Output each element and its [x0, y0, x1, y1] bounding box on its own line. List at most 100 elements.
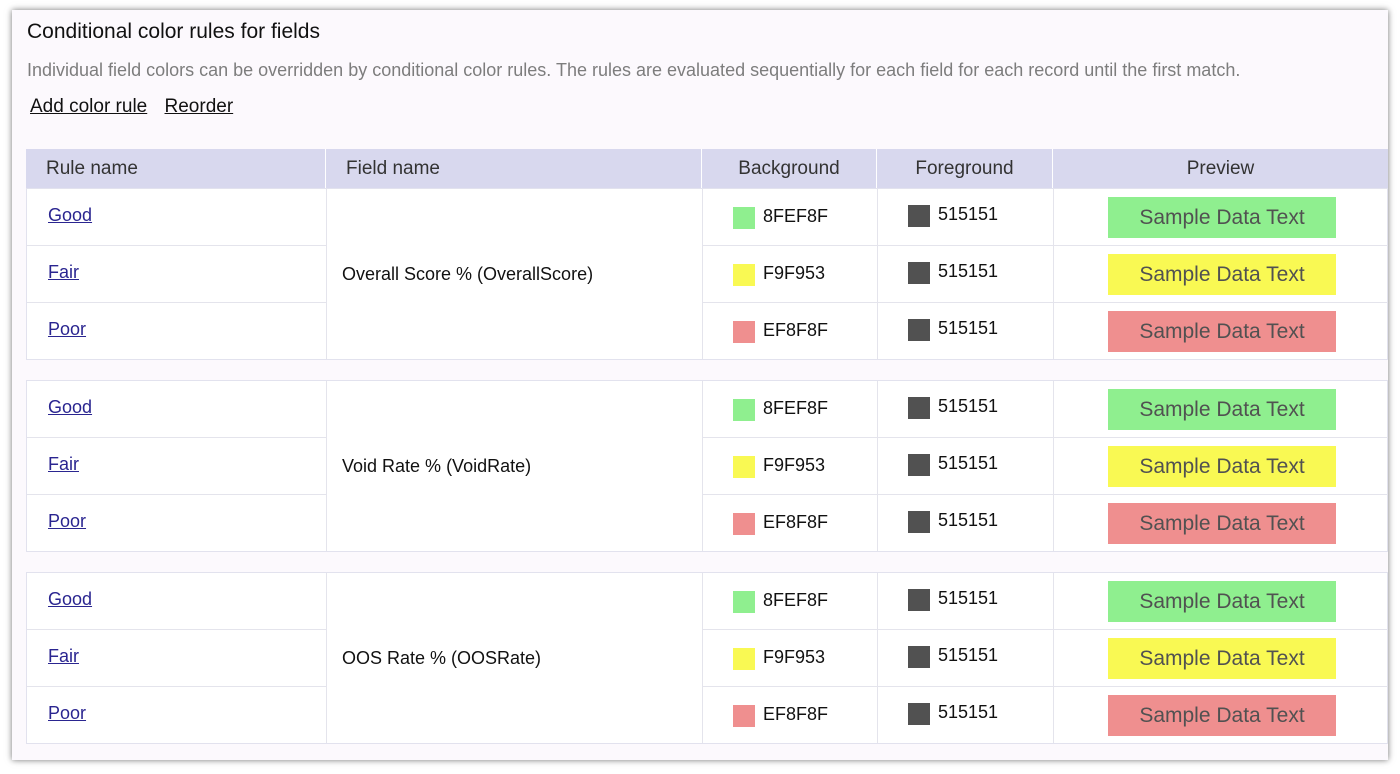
- rule-name-link[interactable]: Good: [48, 589, 92, 610]
- background-color-cell: F9F953: [703, 630, 878, 687]
- background-color-swatch[interactable]: [733, 705, 755, 727]
- preview-cell: Sample Data Text: [1054, 381, 1388, 438]
- foreground-color-cell: 515151: [878, 630, 1054, 687]
- background-color-cell: EF8F8F: [703, 303, 878, 359]
- background-color-swatch[interactable]: [733, 207, 755, 229]
- foreground-color-swatch[interactable]: [908, 646, 930, 668]
- rule-group: Void Rate % (VoidRate) Good 8FEF8F 515151 Sa…: [26, 380, 1388, 552]
- rule-name-link[interactable]: Poor: [48, 319, 86, 340]
- preview-cell: Sample Data Text: [1054, 246, 1388, 303]
- preview-sample: Sample Data Text: [1108, 311, 1336, 352]
- background-color-hex: EF8F8F: [763, 704, 829, 724]
- background-color-hex: F9F953: [763, 647, 826, 667]
- foreground-color-hex: 515151: [938, 453, 999, 473]
- preview-cell: Sample Data Text: [1054, 630, 1388, 687]
- preview-sample: Sample Data Text: [1108, 197, 1336, 238]
- column-header-preview: Preview: [1186, 158, 1255, 179]
- rule-name-cell: Fair: [27, 630, 327, 687]
- foreground-color-cell: 515151: [878, 573, 1054, 630]
- foreground-color-cell: 515151: [878, 246, 1054, 303]
- field-name-cell: Overall Score % (OverallScore): [327, 189, 703, 359]
- background-color-hex: EF8F8F: [763, 512, 829, 532]
- preview-cell: Sample Data Text: [1054, 573, 1388, 630]
- foreground-color-hex: 515151: [938, 510, 999, 530]
- background-color-hex: EF8F8F: [763, 320, 829, 340]
- foreground-color-cell: 515151: [878, 381, 1054, 438]
- preview-sample: Sample Data Text: [1108, 389, 1336, 430]
- rule-name-link[interactable]: Poor: [48, 703, 86, 724]
- preview-cell: Sample Data Text: [1054, 495, 1388, 551]
- background-color-swatch[interactable]: [733, 321, 755, 343]
- foreground-color-swatch[interactable]: [908, 703, 930, 725]
- column-header-field-name: Field name: [326, 149, 702, 188]
- foreground-color-hex: 515151: [938, 318, 999, 338]
- preview-cell: Sample Data Text: [1054, 303, 1388, 359]
- background-color-hex: 8FEF8F: [763, 206, 829, 226]
- rule-group: OOS Rate % (OOSRate) Good 8FEF8F 515151 Samp…: [26, 572, 1388, 744]
- rule-name-link[interactable]: Good: [48, 205, 92, 226]
- background-color-hex: F9F953: [763, 263, 826, 283]
- foreground-color-hex: 515151: [938, 702, 999, 722]
- foreground-color-swatch[interactable]: [908, 319, 930, 341]
- rule-name-link[interactable]: Fair: [48, 646, 79, 667]
- reorder-link[interactable]: Reorder: [165, 96, 234, 117]
- foreground-color-cell: 515151: [878, 495, 1054, 551]
- rule-name-link[interactable]: Good: [48, 397, 92, 418]
- foreground-color-swatch[interactable]: [908, 262, 930, 284]
- foreground-color-cell: 515151: [878, 303, 1054, 359]
- rule-name-cell: Poor: [27, 687, 327, 743]
- rule-group: Overall Score % (OverallScore) Good 8FEF8F…: [26, 188, 1388, 360]
- preview-cell: Sample Data Text: [1054, 189, 1388, 246]
- actions-bar: Add color rule Reorder: [30, 96, 245, 118]
- background-color-cell: F9F953: [703, 438, 878, 495]
- background-color-hex: 8FEF8F: [763, 590, 829, 610]
- rule-name-link[interactable]: Fair: [48, 262, 79, 283]
- add-color-rule-link[interactable]: Add color rule: [30, 96, 147, 117]
- preview-cell: Sample Data Text: [1054, 687, 1388, 743]
- color-rules-panel: Conditional color rules for fields Indiv…: [12, 10, 1388, 760]
- background-color-cell: 8FEF8F: [703, 189, 878, 246]
- column-header-rule-name: Rule name: [26, 149, 326, 188]
- background-color-swatch[interactable]: [733, 513, 755, 535]
- background-color-cell: 8FEF8F: [703, 573, 878, 630]
- foreground-color-hex: 515151: [938, 645, 999, 665]
- rule-name-cell: Fair: [27, 246, 327, 303]
- field-name: OOS Rate % (OOSRate): [342, 647, 542, 668]
- column-header-foreground: Foreground: [877, 149, 1053, 188]
- foreground-color-hex: 515151: [938, 396, 999, 416]
- preview-sample: Sample Data Text: [1108, 503, 1336, 544]
- background-color-swatch[interactable]: [733, 648, 755, 670]
- preview-cell: Sample Data Text: [1054, 438, 1388, 495]
- background-color-swatch[interactable]: [733, 264, 755, 286]
- foreground-color-hex: 515151: [938, 204, 999, 224]
- field-name-cell: OOS Rate % (OOSRate): [327, 573, 703, 743]
- foreground-color-cell: 515151: [878, 189, 1054, 246]
- preview-sample: Sample Data Text: [1108, 254, 1336, 295]
- foreground-color-swatch[interactable]: [908, 589, 930, 611]
- foreground-color-swatch[interactable]: [908, 454, 930, 476]
- background-color-swatch[interactable]: [733, 591, 755, 613]
- page-title: Conditional color rules for fields: [27, 20, 320, 43]
- foreground-color-hex: 515151: [938, 261, 999, 281]
- foreground-color-cell: 515151: [878, 438, 1054, 495]
- foreground-color-swatch[interactable]: [908, 511, 930, 533]
- foreground-color-cell: 515151: [878, 687, 1054, 743]
- rule-name-link[interactable]: Fair: [48, 454, 79, 475]
- foreground-color-swatch[interactable]: [908, 205, 930, 227]
- preview-sample: Sample Data Text: [1108, 581, 1336, 622]
- background-color-hex: F9F953: [763, 455, 826, 475]
- background-color-cell: EF8F8F: [703, 495, 878, 551]
- preview-sample: Sample Data Text: [1108, 695, 1336, 736]
- field-name: Void Rate % (VoidRate): [342, 455, 532, 476]
- rule-name-cell: Poor: [27, 303, 327, 359]
- rule-name-link[interactable]: Poor: [48, 511, 86, 532]
- background-color-cell: F9F953: [703, 246, 878, 303]
- rule-name-cell: Good: [27, 381, 327, 438]
- background-color-cell: EF8F8F: [703, 687, 878, 743]
- field-name-cell: Void Rate % (VoidRate): [327, 381, 703, 551]
- foreground-color-swatch[interactable]: [908, 397, 930, 419]
- background-color-swatch[interactable]: [733, 399, 755, 421]
- background-color-swatch[interactable]: [733, 456, 755, 478]
- rule-name-cell: Good: [27, 573, 327, 630]
- page-description: Individual field colors can be overridde…: [27, 60, 1241, 80]
